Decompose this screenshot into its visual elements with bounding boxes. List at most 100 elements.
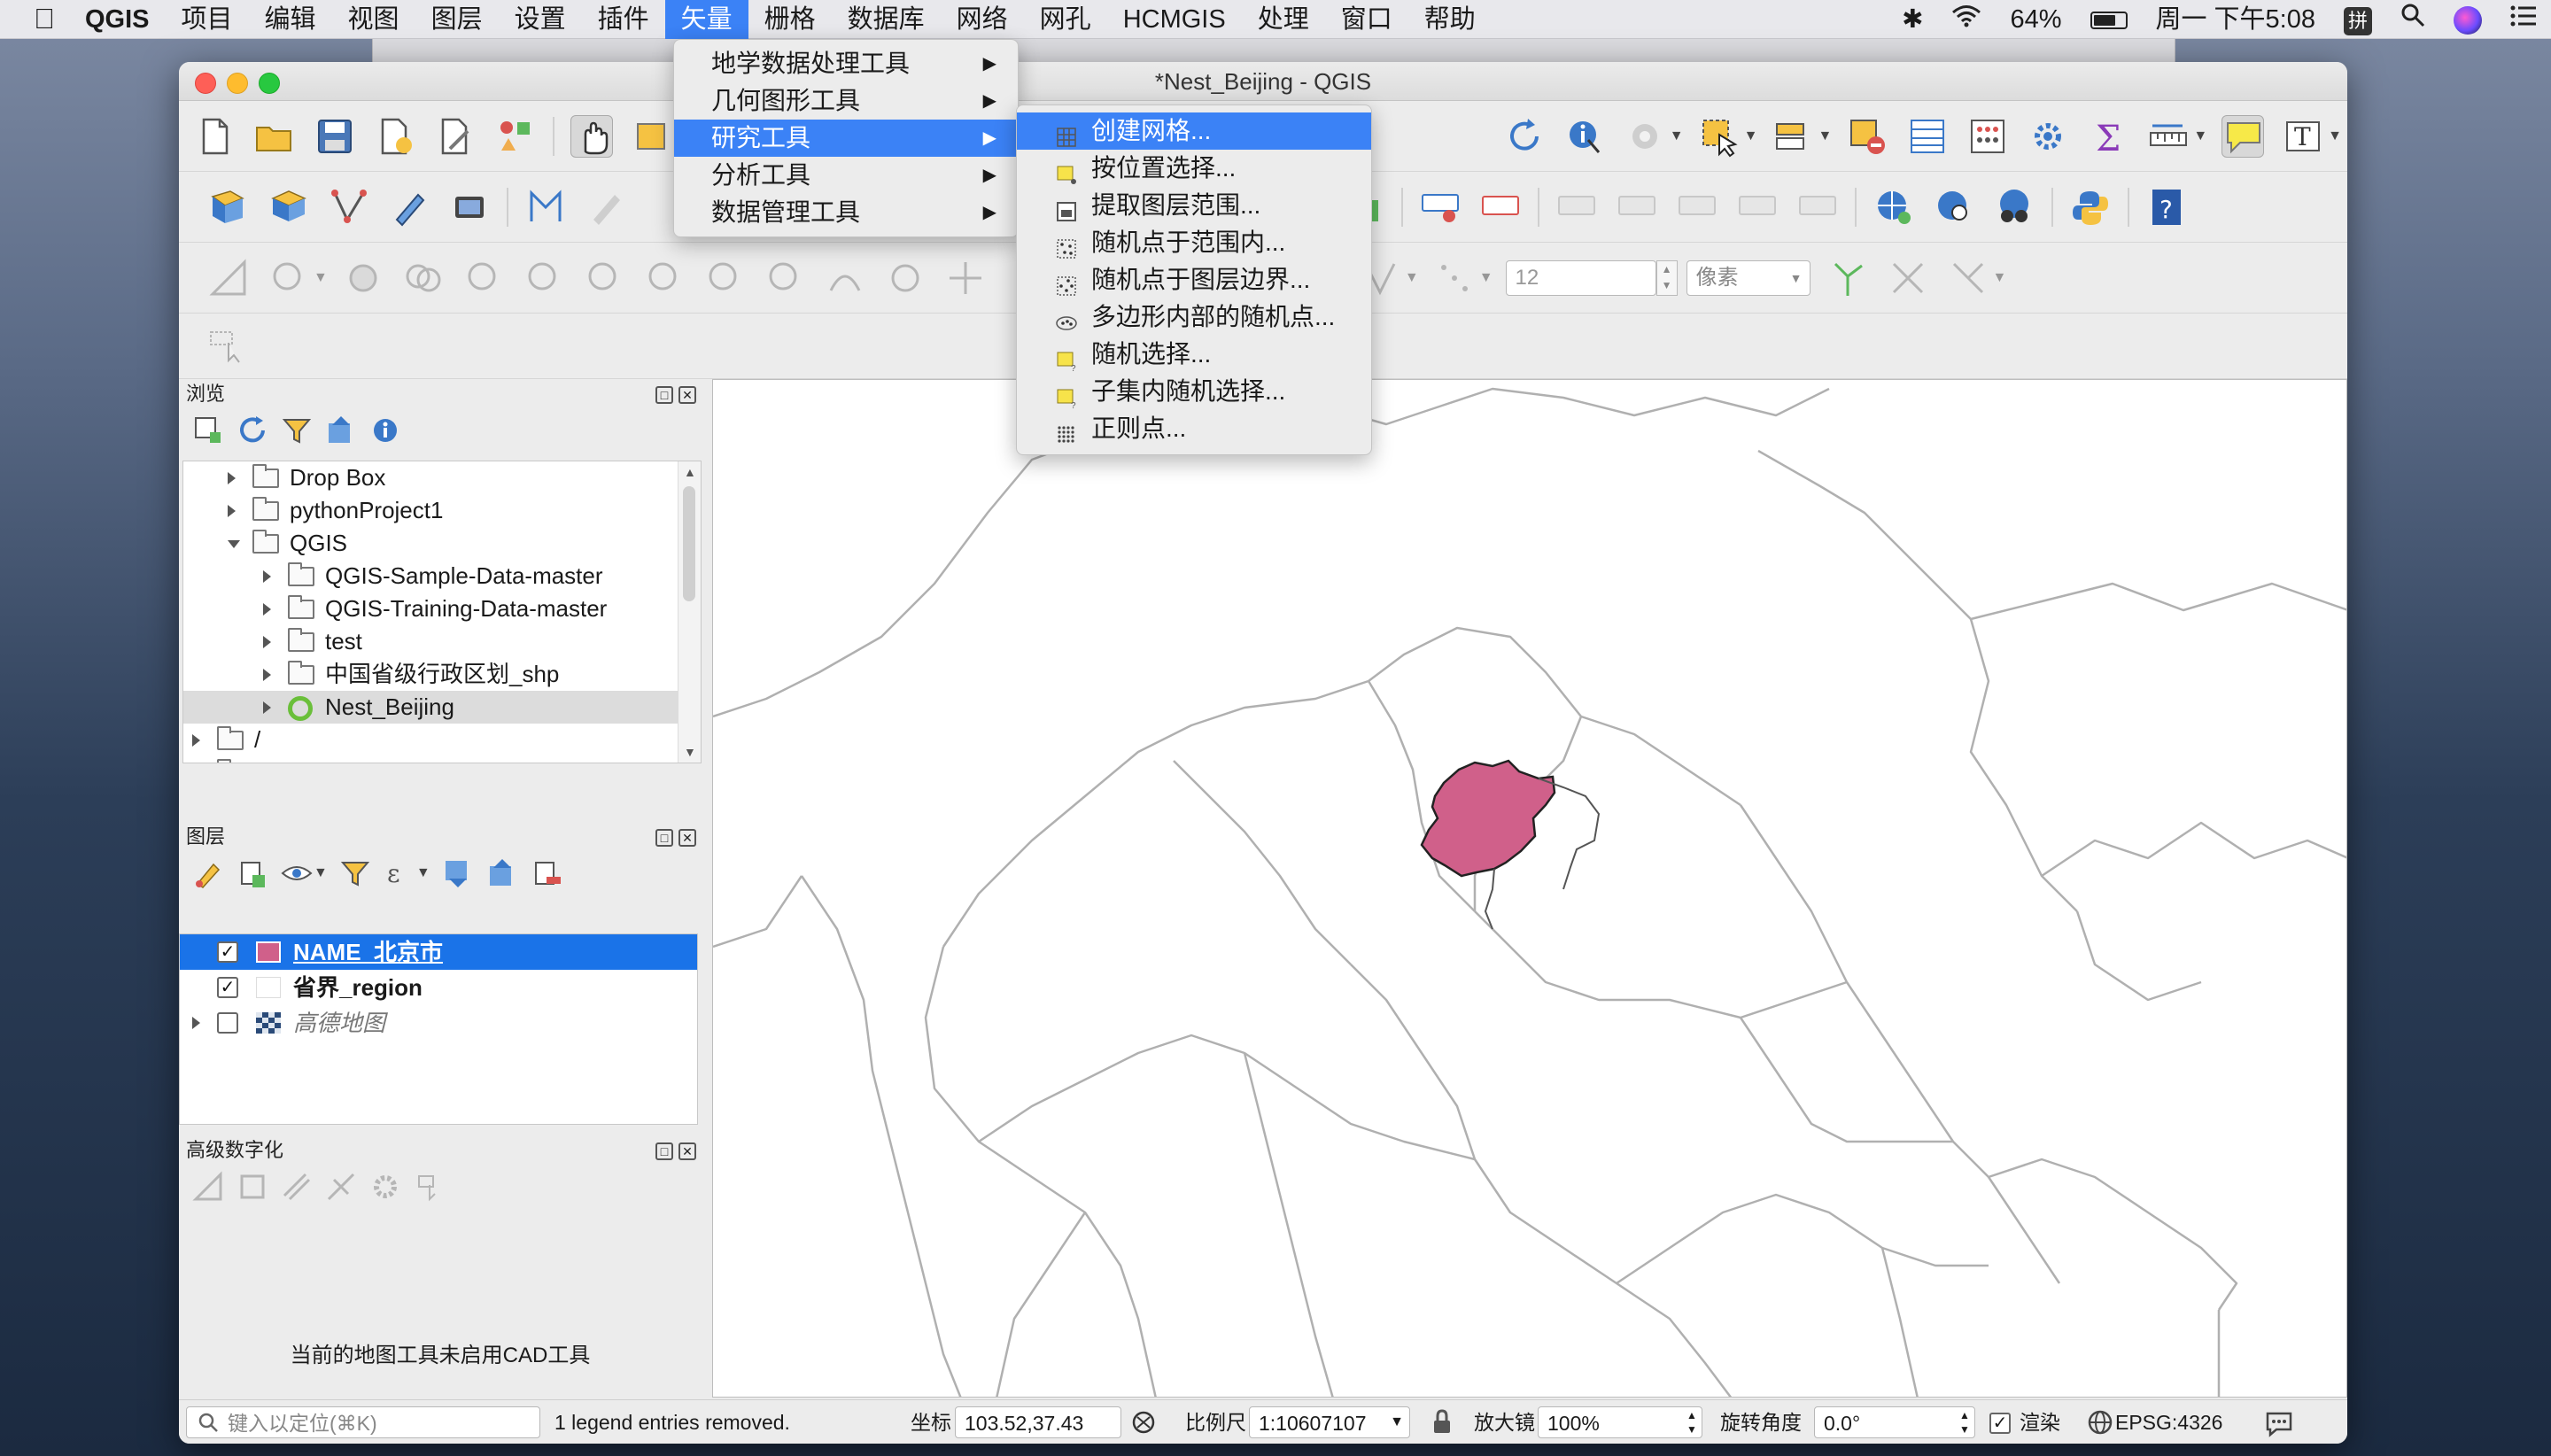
chevron-right-icon[interactable] [228, 505, 236, 517]
wms-search-icon[interactable] [1933, 186, 1975, 228]
browser-tree-item[interactable]: pythonProject1 [183, 494, 701, 527]
save-as-icon[interactable] [374, 115, 416, 158]
browser-tree-item[interactable]: / [183, 724, 701, 756]
vertex-tool-icon[interactable] [328, 186, 370, 228]
chevron-right-icon[interactable] [263, 669, 271, 681]
label-pin-icon[interactable] [1419, 186, 1462, 228]
parallel-icon[interactable] [281, 1171, 313, 1203]
research-menu-item[interactable]: ? 子集内随机选择... [1017, 373, 1371, 411]
chevron-right-icon[interactable] [263, 570, 271, 583]
rotate-feature-icon[interactable] [884, 257, 927, 299]
siri-icon[interactable] [2439, 0, 2496, 39]
browser-scrollbar[interactable]: ▲ ▼ [678, 461, 701, 763]
label-change-icon[interactable] [1676, 186, 1718, 228]
floater-icon[interactable] [414, 1171, 446, 1203]
digitize-pen-icon[interactable] [388, 186, 430, 228]
map-canvas[interactable] [712, 379, 2347, 1398]
attribute-table-icon[interactable] [1906, 115, 1949, 158]
research-menu-item[interactable]: 多边形内部的随机点... [1017, 298, 1371, 336]
delete-part-icon[interactable] [523, 257, 565, 299]
vector-menu-item[interactable]: 分析工具 ▶ [674, 157, 1018, 194]
chevron-right-icon[interactable] [263, 636, 271, 648]
close-line-icon[interactable] [1887, 257, 1929, 299]
edit-vertex-icon[interactable] [524, 186, 567, 228]
simplify-icon[interactable] [824, 257, 866, 299]
locator-search-input[interactable]: 键入以定位(⌘K) [186, 1406, 540, 1438]
close-panel-icon[interactable]: ✕ [678, 1142, 696, 1160]
wifi-icon[interactable] [1937, 0, 1996, 39]
label-properties-icon[interactable] [1736, 186, 1779, 228]
merge-features-icon[interactable] [402, 257, 445, 299]
fill-ring-icon[interactable] [342, 257, 384, 299]
style-manager-icon[interactable] [494, 115, 537, 158]
browser-tree-item[interactable]: test [183, 625, 701, 658]
metasearch-icon[interactable] [1993, 186, 2035, 228]
browser-tree-item[interactable]: Nest_Beijing [183, 691, 701, 724]
split-features-icon[interactable] [703, 257, 746, 299]
actions-icon[interactable] [1624, 115, 1666, 158]
chevron-right-icon[interactable] [192, 1017, 200, 1029]
menu-edit[interactable]: 编辑 [249, 0, 332, 39]
select-annotation-icon[interactable] [207, 325, 250, 368]
data-source-manager-icon[interactable] [207, 186, 250, 228]
add-wms-layer-icon[interactable] [1873, 186, 1915, 228]
menu-processing[interactable]: 处理 [1242, 0, 1325, 39]
chevron-right-icon[interactable] [263, 701, 271, 714]
clock[interactable]: 周一 下午5:08 [2142, 0, 2330, 39]
digitize-disabled-icon[interactable] [585, 186, 627, 228]
select-by-value-icon[interactable] [1772, 115, 1814, 158]
chevron-down-icon[interactable] [228, 540, 240, 548]
pan-to-selection-icon[interactable] [631, 115, 673, 158]
enable-cad-icon[interactable] [192, 1171, 224, 1203]
refresh-icon[interactable] [1503, 115, 1546, 158]
identify-features-icon[interactable] [1563, 115, 1606, 158]
topological-edit-icon[interactable] [1947, 257, 1989, 299]
label-rotate-icon[interactable] [1616, 186, 1658, 228]
python-console-icon[interactable] [2069, 186, 2112, 228]
browser-tree-item[interactable]: 中国省级行政区划_shp [183, 658, 701, 691]
magnifier-input[interactable]: 100% [1538, 1406, 1702, 1438]
research-menu-item[interactable]: 正则点... [1017, 410, 1371, 447]
snap-tolerance-input[interactable]: 12 [1505, 259, 1656, 296]
add-group-icon[interactable] [236, 857, 268, 889]
layer-styling-icon[interactable] [192, 857, 224, 889]
menu-mesh[interactable]: 网孔 [1024, 0, 1107, 39]
menu-plugins[interactable]: 插件 [582, 0, 665, 39]
globe-icon[interactable] [2087, 1406, 2113, 1438]
filter-browser-icon[interactable] [281, 414, 313, 446]
text-annotation-icon[interactable]: T [2282, 115, 2324, 158]
filter-expression-icon[interactable]: ε [384, 857, 415, 889]
chevron-right-icon[interactable] [192, 734, 200, 747]
layer-item[interactable]: ✓ 省界_region [180, 970, 697, 1005]
delete-ring-icon[interactable] [462, 257, 505, 299]
browser-tree-item[interactable]: /Volumes [183, 756, 701, 763]
statistics-sum-icon[interactable]: Σ [2087, 115, 2129, 159]
magnifier-stepper[interactable]: ▲ ▼ [1681, 1406, 1702, 1438]
menu-view[interactable]: 视图 [332, 0, 415, 39]
add-ring-icon[interactable] [268, 257, 310, 299]
scale-dropdown-icon[interactable]: ▼ [1384, 1406, 1410, 1438]
research-menu-item[interactable]: 创建网格... [1017, 112, 1371, 150]
advanced-digitize-icon[interactable] [207, 257, 250, 299]
offset-curve-icon[interactable] [643, 257, 686, 299]
bluetooth-icon[interactable]: ✱ [1888, 0, 1937, 39]
new-project-icon[interactable] [193, 115, 236, 158]
gps-device-icon[interactable] [448, 186, 491, 228]
chevron-right-icon[interactable] [228, 472, 236, 484]
properties-info-icon[interactable] [369, 414, 401, 446]
split-parts-icon[interactable] [764, 257, 806, 299]
research-menu-item[interactable]: 按位置选择... [1017, 150, 1371, 187]
manage-visibility-icon[interactable] [281, 857, 313, 889]
measure-line-icon[interactable] [2147, 115, 2190, 158]
processing-toolbox-icon[interactable] [2027, 115, 2069, 158]
snap-vertex-icon[interactable] [1433, 257, 1476, 299]
snap-unit-select[interactable]: 像素 ▼ [1686, 259, 1811, 296]
remove-layer-icon[interactable] [531, 857, 562, 889]
browser-tree-item[interactable]: QGIS [183, 527, 701, 560]
float-panel-icon[interactable]: □ [655, 1142, 673, 1160]
browser-tree-item[interactable]: QGIS-Sample-Data-master [183, 560, 701, 592]
vector-menu-item[interactable]: 数据管理工具 ▶ [674, 194, 1018, 231]
layer-visibility-checkbox[interactable]: ✓ [217, 941, 238, 963]
menu-database[interactable]: 数据库 [832, 0, 941, 39]
layer-visibility-checkbox[interactable] [217, 1012, 238, 1034]
